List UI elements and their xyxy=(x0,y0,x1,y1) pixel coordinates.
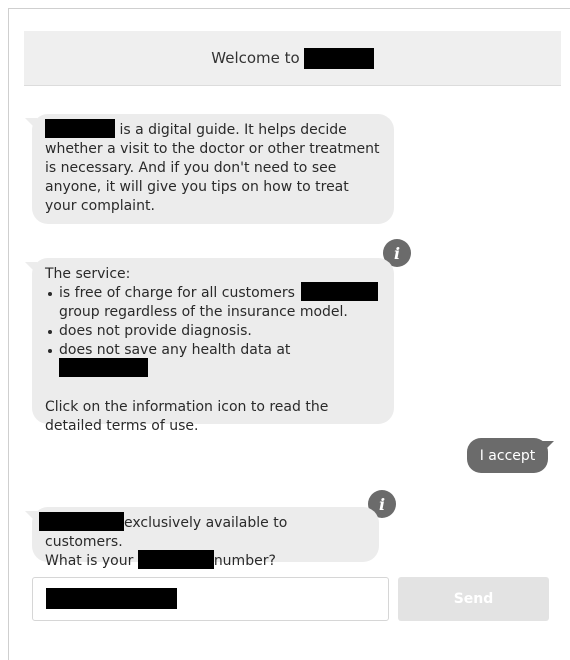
message-text: Click on the information icon to read th… xyxy=(45,399,329,415)
message-text: is free of charge for all customers xyxy=(59,285,295,301)
list-item: is free of charge for all customers grou… xyxy=(45,282,382,322)
service-list: is free of charge for all customers grou… xyxy=(45,282,382,379)
message-text: What is your xyxy=(45,553,134,569)
message-line: exclusively available to customers. xyxy=(39,512,367,552)
message-text: your complaint. xyxy=(45,198,155,214)
user-message-accept: I accept xyxy=(467,438,554,473)
message-text: does not provide diagnosis. xyxy=(59,323,252,339)
redacted-input-value xyxy=(46,588,177,609)
message-text: anyone, it will give you tips on how to … xyxy=(45,179,349,195)
list-item: does not save any health data at xyxy=(45,341,382,379)
bot-message-service-terms: The service: is free of charge for all c… xyxy=(25,258,394,434)
message-input[interactable] xyxy=(32,577,389,621)
list-item: does not provide diagnosis. xyxy=(45,322,382,341)
bubble-tail xyxy=(25,511,37,523)
message-text: number? xyxy=(213,553,276,569)
redacted-brand-name xyxy=(303,47,374,69)
message-text: detailed terms of use. xyxy=(45,418,199,434)
user-message-text: I accept xyxy=(479,447,536,464)
bot-message-intro: is a digital guide. It helps decide whet… xyxy=(25,114,394,224)
chat-header: Welcome to xyxy=(24,31,561,86)
redacted-text xyxy=(59,358,148,377)
send-button[interactable]: Send xyxy=(398,577,549,621)
message-text: whether a visit to the doctor or other t… xyxy=(45,141,380,157)
info-glyph: i xyxy=(393,243,401,263)
message-line: is a digital guide. It helps decide xyxy=(45,119,382,140)
bubble-tail xyxy=(542,441,554,453)
redacted-text xyxy=(39,512,124,531)
bubble-tail xyxy=(25,262,37,274)
message-text: is necessary. And if you don't need to s… xyxy=(45,160,337,176)
bot-message-prompt: exclusively available to customers. What… xyxy=(25,507,379,569)
message-text: does not save any health data at xyxy=(59,342,291,358)
bubble-tail xyxy=(25,118,37,130)
welcome-text: Welcome to xyxy=(211,49,300,67)
redacted-text xyxy=(45,119,115,138)
message-text: group regardless of the insurance model. xyxy=(59,304,348,320)
redacted-text xyxy=(137,550,214,569)
message-text: is a digital guide. It helps decide xyxy=(119,122,347,138)
message-line: What is your number? xyxy=(45,550,367,571)
redacted-text xyxy=(301,282,379,301)
info-glyph: i xyxy=(378,494,386,514)
